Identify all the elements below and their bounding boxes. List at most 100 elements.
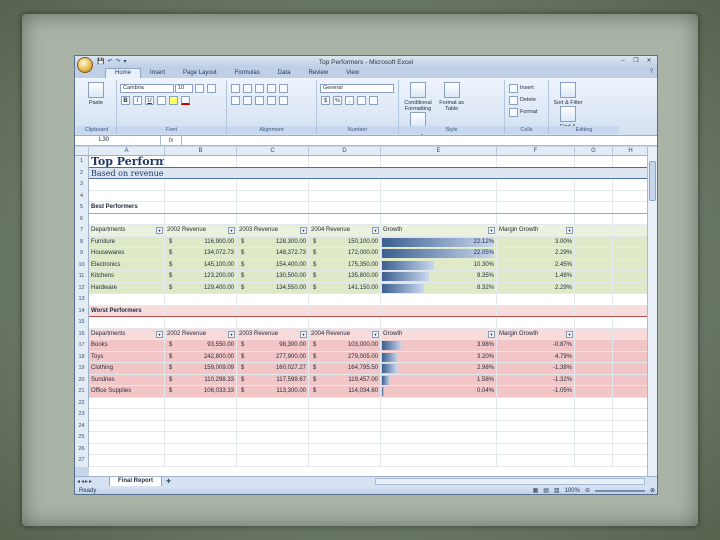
cell[interactable] [613,259,649,270]
cell[interactable]: 1.58% [381,374,497,385]
cell[interactable] [381,179,497,190]
row-header[interactable]: 8 [75,236,89,248]
cell[interactable]: $119,457.00 [309,374,381,385]
cell[interactable]: Clothing [89,363,165,374]
align-bottom-icon[interactable] [255,83,264,93]
cell[interactable] [237,397,309,408]
cell[interactable]: -1.32% [497,374,575,385]
cell[interactable] [575,167,613,178]
cell[interactable] [165,202,237,213]
cell[interactable] [575,374,613,385]
zoom-in-icon[interactable]: ⊕ [650,486,655,494]
cell[interactable] [165,294,237,305]
cell[interactable] [237,409,309,420]
cell[interactable]: $106,033.33 [165,386,237,397]
cell[interactable]: 2002 Revenue ▼ [165,225,237,236]
cell[interactable] [575,259,613,270]
cell[interactable]: $279,005.00 [309,351,381,362]
cell[interactable] [613,248,649,259]
cell[interactable]: 8.32% [381,282,497,293]
cell[interactable]: $110,298.33 [165,374,237,385]
row-header[interactable]: 7 [75,225,89,237]
cell[interactable]: Electronics [89,259,165,270]
filter-dropdown-icon[interactable]: ▼ [228,330,235,338]
filter-dropdown-icon[interactable]: ▼ [228,227,235,234]
sort-filter-button[interactable]: Sort & Filter [552,82,584,106]
filter-dropdown-icon[interactable]: ▼ [300,227,307,234]
fx-icon[interactable]: fx [161,138,181,144]
cell[interactable] [165,190,237,201]
tab-home[interactable]: Home [105,68,142,78]
cell[interactable] [165,156,237,167]
first-sheet-icon[interactable]: ◂ [77,478,80,485]
cell[interactable] [381,156,497,167]
column-header-c[interactable]: C [237,147,309,155]
cell[interactable] [381,213,497,224]
cell[interactable] [613,202,649,213]
cell[interactable] [497,202,575,213]
cell[interactable] [575,409,613,420]
cell[interactable]: 22.05% [381,248,497,259]
page-break-view-icon[interactable]: ▥ [554,486,560,494]
cell[interactable] [381,167,497,178]
cell[interactable] [575,213,613,224]
cell[interactable]: $134,550.00 [237,282,309,293]
cell[interactable] [165,432,237,443]
tab-insert[interactable]: Insert [141,69,174,78]
cell[interactable] [575,179,613,190]
align-right-icon[interactable] [255,95,264,105]
tab-view[interactable]: View [337,69,368,78]
row-header[interactable]: 25 [75,432,89,444]
column-header-a[interactable]: A [89,147,165,155]
column-header-e[interactable]: E [381,147,497,155]
sheet-tab-final-report[interactable]: Final Report [109,476,163,487]
cell[interactable]: $128,300.00 [237,236,309,247]
cell[interactable] [613,317,649,328]
cell[interactable]: $123,200.00 [165,271,237,282]
cell[interactable] [575,455,613,466]
cell[interactable]: 3.98% [381,340,497,351]
cell[interactable] [309,156,381,167]
cell[interactable] [381,420,497,431]
cell[interactable] [613,409,649,420]
increase-decimal-icon[interactable] [357,95,366,105]
cell[interactable] [497,156,575,167]
cell[interactable]: 9.35% [381,271,497,282]
row-header[interactable]: 4 [75,190,89,202]
cell[interactable] [575,202,613,213]
cell[interactable]: $130,500.00 [237,271,309,282]
cell[interactable]: Best Performers [89,202,165,213]
cell[interactable] [497,397,575,408]
font-family-select[interactable]: Cambria [120,83,174,93]
cell[interactable] [89,432,165,443]
cell[interactable] [575,317,613,328]
cell[interactable]: 2.98% [381,363,497,374]
indent-icon[interactable] [267,95,276,105]
cell[interactable]: $93,550.00 [165,340,237,351]
cell[interactable] [237,443,309,454]
cell[interactable] [237,179,309,190]
cell[interactable]: $117,599.67 [237,374,309,385]
format-cells-button[interactable]: Format [508,106,545,118]
cell[interactable] [575,294,613,305]
select-all-corner[interactable] [75,147,89,155]
cell[interactable] [237,420,309,431]
conditional-formatting-button[interactable]: Conditional Formatting [402,82,434,112]
cell[interactable]: Margin Growth ▼ [497,225,575,236]
cell[interactable] [165,455,237,466]
row-header[interactable]: 13 [75,294,89,306]
cell[interactable]: 1.48% [497,271,575,282]
cell[interactable] [613,213,649,224]
tab-formulas[interactable]: Formulas [226,69,269,78]
cell[interactable] [381,294,497,305]
cell[interactable]: $160,027.27 [237,363,309,374]
cell[interactable]: $98,300.00 [237,340,309,351]
cell[interactable] [575,340,613,351]
cell[interactable] [381,409,497,420]
row-header[interactable]: 3 [75,179,89,191]
column-header-f[interactable]: F [497,147,575,155]
cell[interactable]: $154,400.00 [237,259,309,270]
cell[interactable]: $145,100.00 [165,259,237,270]
cell[interactable] [497,432,575,443]
last-sheet-icon[interactable]: ▸ [89,478,92,485]
